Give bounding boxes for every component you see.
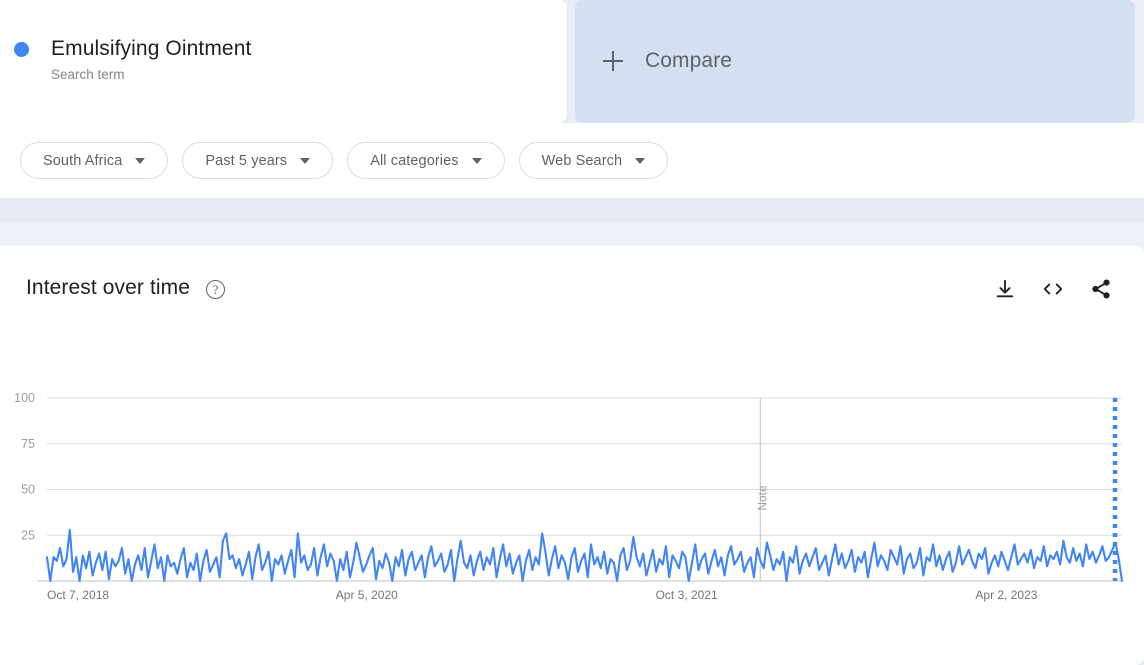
svg-text:Apr 2, 2023: Apr 2, 2023	[975, 588, 1037, 602]
filter-bar: South Africa Past 5 years All categories…	[0, 123, 1144, 198]
svg-text:25: 25	[21, 528, 35, 542]
chart-x-axis: Oct 7, 2018 Apr 5, 2020 Oct 3, 2021 Apr 2, …	[47, 588, 1038, 602]
search-term-subtitle: Search term	[51, 67, 125, 82]
search-term-content: Emulsifying Ointment Search term	[14, 36, 251, 85]
filter-time-range-label: Past 5 years	[205, 152, 288, 169]
section-divider-lower	[0, 222, 1144, 246]
search-term-title: Emulsifying Ointment	[51, 37, 252, 60]
chart-y-axis: 100 75 50 25	[14, 391, 35, 542]
svg-text:50: 50	[21, 483, 35, 497]
search-term-card[interactable]: Emulsifying Ointment Search term	[0, 0, 567, 123]
svg-text:Oct 7, 2018: Oct 7, 2018	[47, 588, 109, 602]
compare-panel[interactable]: Compare	[575, 0, 1135, 123]
filter-search-type-label: Web Search	[541, 152, 623, 169]
svg-text:Apr 5, 2020: Apr 5, 2020	[336, 588, 398, 602]
chevron-down-icon	[471, 157, 482, 164]
chevron-down-icon	[135, 157, 146, 164]
chart-series	[45, 528, 1124, 583]
chart-gridlines	[37, 397, 1122, 582]
interest-over-time-chart[interactable]: 100 75 50 25 Oct 7, 2018 Apr 5, 2020 Oct 3, 2…	[0, 246, 1144, 665]
series-color-dot	[14, 42, 29, 57]
compare-label: Compare	[645, 49, 733, 72]
filter-category[interactable]: All categories	[347, 142, 505, 179]
svg-text:75: 75	[21, 437, 35, 451]
svg-text:100: 100	[14, 391, 35, 405]
compare-content: Compare	[603, 49, 732, 73]
svg-text:Oct 3, 2021: Oct 3, 2021	[656, 588, 718, 602]
filter-search-type[interactable]: Web Search	[518, 142, 669, 179]
svg-text:Note: Note	[755, 485, 769, 511]
section-divider-upper	[0, 198, 1144, 222]
interest-over-time-card: Interest over time ? 100 75 50 25 Oct 7,…	[0, 246, 1144, 665]
chevron-down-icon	[300, 157, 311, 164]
filter-location-label: South Africa	[43, 152, 123, 169]
chart-svg: 100 75 50 25 Oct 7, 2018 Apr 5, 2020 Oct 3, 2…	[14, 391, 1124, 602]
filter-location[interactable]: South Africa	[20, 142, 169, 179]
filter-category-label: All categories	[370, 152, 459, 169]
search-terms-row: Emulsifying Ointment Search term Compare	[0, 0, 1144, 123]
plus-icon	[603, 51, 623, 71]
search-term-text: Emulsifying Ointment Search term	[51, 36, 251, 85]
chevron-down-icon	[635, 157, 646, 164]
filter-time-range[interactable]: Past 5 years	[182, 142, 334, 179]
